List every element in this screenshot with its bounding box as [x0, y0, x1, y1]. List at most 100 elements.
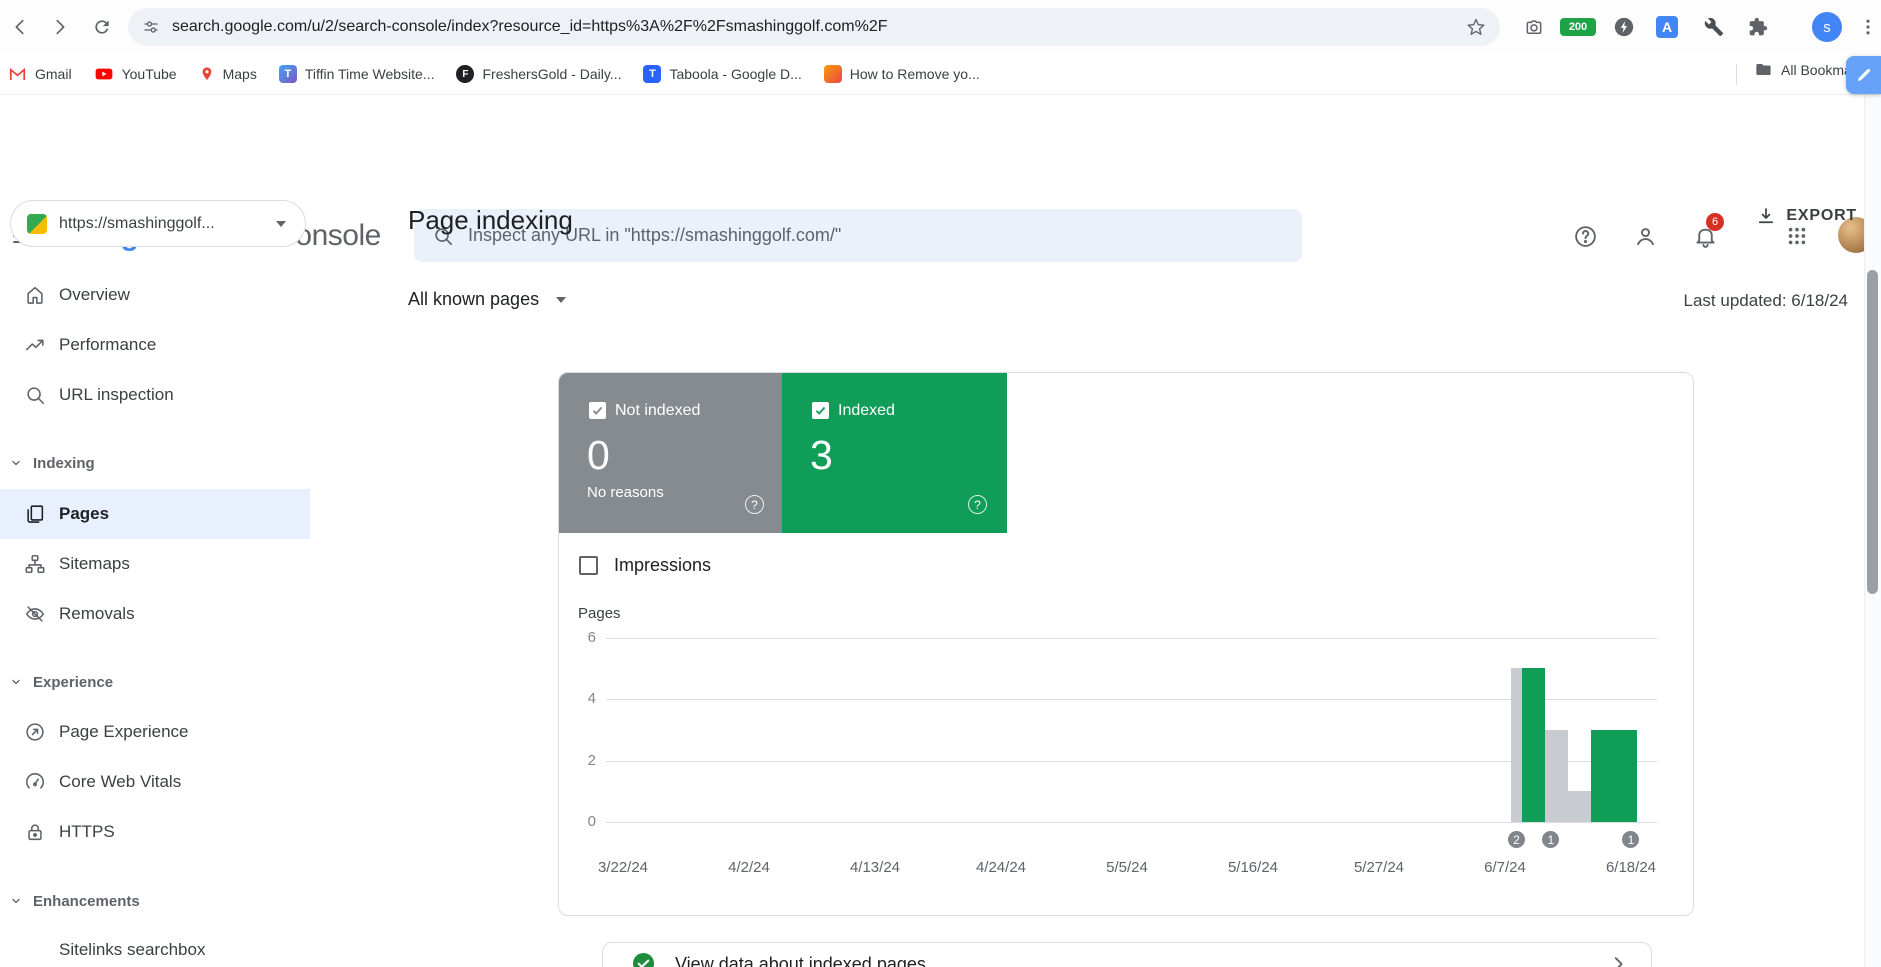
- indexed-card[interactable]: Indexed 3 ?: [782, 373, 1007, 533]
- bookmarks-bar: Gmail YouTube Maps T Tiffin Time Website…: [0, 54, 1881, 95]
- browser-menu-icon[interactable]: [1856, 15, 1880, 39]
- extensions-puzzle-icon[interactable]: [1746, 15, 1770, 39]
- chart-bar-indexed-1[interactable]: [1522, 668, 1534, 822]
- chart-event-marker[interactable]: 1: [1540, 829, 1561, 850]
- sidebar-item-pages[interactable]: Pages: [0, 489, 310, 539]
- chart-bar-not_indexed-6[interactable]: [1579, 791, 1591, 822]
- scrollbar-thumb[interactable]: [1867, 270, 1878, 594]
- impressions-toggle[interactable]: Impressions: [579, 555, 711, 576]
- not-indexed-card[interactable]: Not indexed 0 No reasons ?: [559, 373, 782, 533]
- banner-label: View data about indexed pages: [675, 954, 926, 967]
- chevron-down-icon: [275, 220, 287, 228]
- bookmark-freshersgold[interactable]: F FreshersGold - Daily...: [456, 65, 621, 83]
- chart-x-tick-label: 5/5/24: [1082, 859, 1172, 876]
- chevron-down-icon: [10, 676, 22, 688]
- property-selector[interactable]: https://smashinggolf...: [10, 200, 306, 247]
- translate-extension-icon[interactable]: A: [1656, 16, 1678, 38]
- chart-gridline: [606, 699, 1657, 700]
- screenshot-camera-icon[interactable]: [1522, 15, 1546, 39]
- browser-profile-avatar[interactable]: s: [1812, 12, 1842, 42]
- folder-icon: [1754, 60, 1773, 79]
- bookmark-youtube[interactable]: YouTube: [94, 64, 177, 84]
- sidebar-item-performance[interactable]: Performance: [0, 320, 310, 370]
- download-icon: [1756, 206, 1776, 226]
- chart-y-axis-title: Pages: [578, 605, 621, 622]
- bookmark-tiffin-time[interactable]: T Tiffin Time Website...: [279, 65, 435, 83]
- sidebar-item-sitelinks-searchbox[interactable]: Sitelinks searchbox: [0, 925, 310, 967]
- help-icon[interactable]: ?: [968, 495, 987, 514]
- sidebar-item-sitemaps[interactable]: Sitemaps: [0, 539, 310, 589]
- export-button[interactable]: EXPORT: [1756, 206, 1857, 226]
- sidebar-item-overview[interactable]: Overview: [0, 270, 310, 320]
- chart-bar-not_indexed-0[interactable]: [1511, 668, 1523, 822]
- notification-count: 6: [1712, 216, 1718, 228]
- screen-capture-overlay[interactable]: [1846, 56, 1881, 94]
- sidebar-section-enhancements[interactable]: Enhancements: [0, 886, 310, 916]
- property-favicon: [27, 214, 47, 234]
- chart-bar-not_indexed-5[interactable]: [1568, 791, 1580, 822]
- bookmark-maps[interactable]: Maps: [199, 66, 257, 82]
- filter-label: All known pages: [408, 289, 539, 310]
- chart-bar-indexed-2[interactable]: [1534, 668, 1546, 822]
- address-bar[interactable]: search.google.com/u/2/search-console/ind…: [128, 8, 1500, 46]
- bookmark-taboola[interactable]: T Taboola - Google D...: [643, 65, 801, 83]
- card-label: Not indexed: [615, 402, 700, 419]
- chart-y-tick-label: 0: [578, 813, 596, 831]
- help-button[interactable]: [1570, 221, 1600, 251]
- user-settings-button[interactable]: [1630, 221, 1660, 251]
- devtools-extension-icon[interactable]: [1702, 15, 1726, 39]
- bookmark-gmail[interactable]: Gmail: [8, 65, 72, 84]
- impressions-checkbox[interactable]: [579, 556, 598, 575]
- indexed-checkbox[interactable]: [812, 402, 829, 419]
- youtube-icon: [94, 64, 114, 84]
- not-indexed-checkbox[interactable]: [589, 402, 606, 419]
- view-indexed-data-banner[interactable]: View data about indexed pages: [602, 942, 1652, 967]
- sidebar-section-experience[interactable]: Experience: [0, 667, 310, 697]
- sidebar-item-core-web-vitals[interactable]: Core Web Vitals: [0, 757, 310, 807]
- pagespeed-badge-icon[interactable]: 200: [1560, 18, 1596, 36]
- reload-icon: [92, 17, 112, 37]
- bookmark-label: Maps: [223, 66, 257, 82]
- lightning-extension-icon[interactable]: [1612, 15, 1636, 39]
- property-label: https://smashinggolf...: [59, 215, 263, 233]
- forward-button[interactable]: [46, 13, 74, 41]
- sidebar-item-removals[interactable]: Removals: [0, 589, 310, 639]
- url-inspect-input[interactable]: [468, 225, 1302, 246]
- sidebar-item-page-experience[interactable]: Page Experience: [0, 707, 310, 757]
- chart-bar-indexed-7[interactable]: [1591, 730, 1603, 822]
- bookmark-star-icon[interactable]: [1466, 17, 1486, 37]
- section-label: Experience: [33, 674, 113, 691]
- back-button[interactable]: [6, 13, 34, 41]
- sidebar-item-label: Overview: [59, 285, 130, 305]
- chart-bar-not_indexed-4[interactable]: [1557, 730, 1569, 822]
- chart-gridline: [606, 822, 1657, 823]
- sidebar-item-label: Removals: [59, 604, 135, 624]
- chart-x-tick-label: 4/2/24: [704, 859, 794, 876]
- reload-button[interactable]: [88, 13, 116, 41]
- chart-event-marker[interactable]: 2: [1506, 829, 1527, 850]
- chart-bar-indexed-8[interactable]: [1602, 730, 1614, 822]
- sidebar-item-https[interactable]: HTTPS: [0, 807, 310, 857]
- chart-bar-not_indexed-3[interactable]: [1545, 730, 1557, 822]
- help-icon[interactable]: ?: [745, 495, 764, 514]
- help-icon: [1573, 224, 1598, 249]
- url-text[interactable]: search.google.com/u/2/search-console/ind…: [172, 18, 1454, 36]
- map-pin-icon: [199, 66, 215, 82]
- sidebar-item-url-inspection[interactable]: URL inspection: [0, 370, 310, 420]
- chart-gridline: [606, 638, 1657, 639]
- chart-event-marker[interactable]: 1: [1620, 829, 1641, 850]
- sidebar-item-label: Pages: [59, 504, 109, 524]
- chart-bar-indexed-9[interactable]: [1614, 730, 1626, 822]
- sidebar-section-indexing[interactable]: Indexing: [0, 448, 310, 478]
- trending-up-icon: [24, 334, 46, 356]
- check-icon: [814, 404, 827, 417]
- sidebar-item-label: Performance: [59, 335, 156, 355]
- bookmark-how-to-remove[interactable]: How to Remove yo...: [824, 65, 980, 83]
- page-filter-dropdown[interactable]: All known pages: [408, 289, 567, 310]
- site-info-icon[interactable]: [142, 18, 160, 36]
- bookmark-label: Taboola - Google D...: [669, 66, 801, 82]
- chart-bar-indexed-10[interactable]: [1625, 730, 1637, 822]
- sidebar-item-label: URL inspection: [59, 385, 174, 405]
- chart-x-tick-label: 6/7/24: [1460, 859, 1550, 876]
- not-indexed-count: 0: [587, 431, 610, 479]
